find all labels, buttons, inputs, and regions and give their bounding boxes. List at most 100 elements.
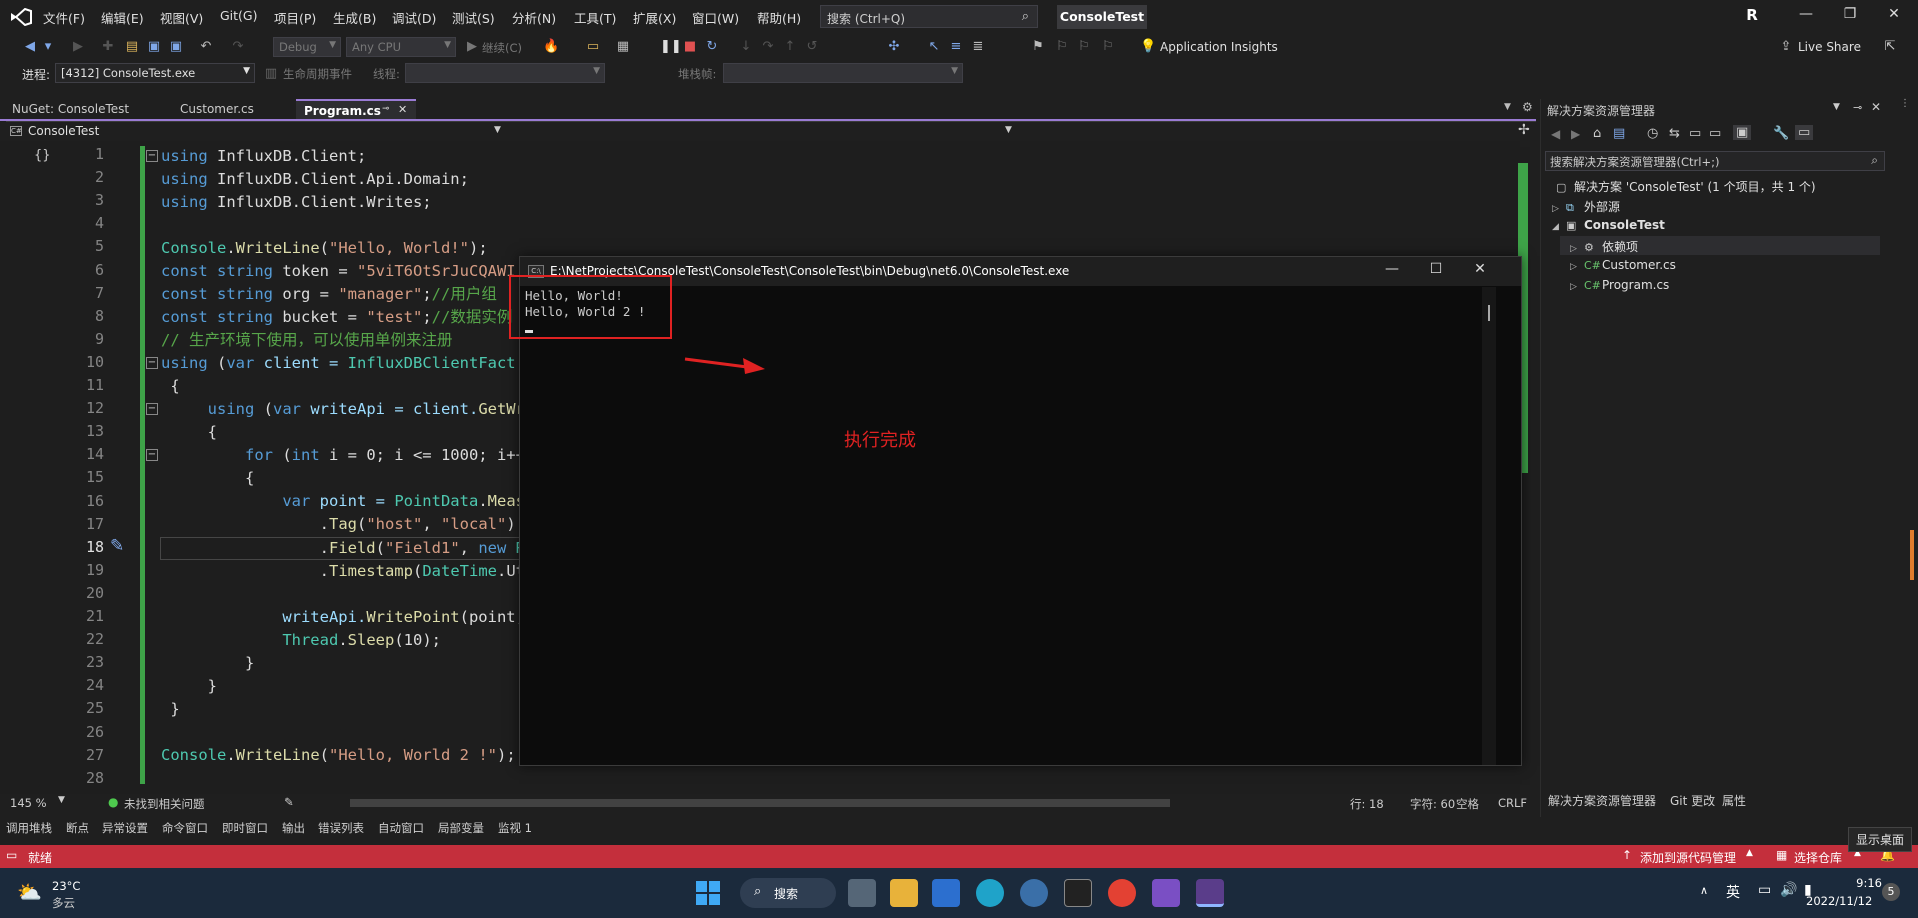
restore-icon[interactable]: ❐ (1838, 6, 1862, 26)
weather-temp[interactable]: 23°C (52, 879, 80, 893)
pointer-icon[interactable]: ↖ (926, 39, 942, 55)
file-explorer-icon[interactable] (890, 879, 918, 907)
diagnostics-icon[interactable]: ✣ (886, 39, 902, 55)
chevron-up-icon[interactable]: ∧ (1700, 884, 1708, 897)
fold-toggle-icon[interactable]: − (146, 150, 158, 162)
store-icon[interactable] (932, 879, 960, 907)
console-scroll-thumb[interactable] (1488, 305, 1490, 321)
tab-breakpoints[interactable]: 断点 (66, 820, 89, 836)
tab-exception-settings[interactable]: 异常设置 (102, 820, 148, 836)
stop-icon[interactable]: ■ (682, 39, 698, 55)
new-item-icon[interactable]: ✚ (100, 39, 116, 55)
tab-locals[interactable]: 局部变量 (438, 820, 484, 836)
tab-error-list[interactable]: 错误列表 (318, 820, 364, 836)
folder-icon[interactable]: ▭ (585, 39, 601, 55)
tree-solution[interactable]: ▢ 解决方案 'ConsoleTest' (1 个项目，共 1 个) (1556, 178, 1816, 195)
back-icon[interactable]: ◀ (22, 39, 38, 55)
solution-search-input[interactable]: 搜索解决方案资源管理器(Ctrl+;) ⌕ (1545, 151, 1885, 171)
terminal-icon[interactable] (1064, 879, 1092, 907)
expand-arrow-icon[interactable]: ▷ (1570, 282, 1584, 292)
preview-selected-icon[interactable]: ▭ (1795, 125, 1814, 140)
menu-git[interactable]: Git(G) (220, 8, 258, 23)
split-editor-icon[interactable]: ✢ (1518, 122, 1530, 138)
window-position-icon[interactable]: ▼ (1833, 102, 1840, 112)
console-close-icon[interactable]: ✕ (1466, 261, 1494, 281)
chevron-down-icon[interactable]: ▼ (494, 125, 501, 135)
feedback-icon[interactable]: ⇱ (1882, 39, 1898, 55)
tab-properties[interactable]: 属性 (1722, 792, 1746, 809)
brush-icon[interactable]: ✎ (284, 795, 294, 809)
forward-icon[interactable]: ▶ (1571, 127, 1580, 141)
lightbulb-icon[interactable]: 💡 (1140, 39, 1156, 55)
close-tab-icon[interactable]: ✕ (398, 103, 407, 116)
save-icon[interactable]: ▣ (146, 39, 162, 55)
stackframe-select[interactable]: ▼ (723, 63, 963, 83)
console-maximize-icon[interactable]: ☐ (1422, 261, 1450, 281)
menu-tools[interactable]: 工具(T) (574, 8, 616, 27)
tree-file-program[interactable]: ▷ C#Program.cs (1570, 278, 1669, 292)
tab-output[interactable]: 输出 (282, 820, 305, 836)
console-minimize-icon[interactable]: — (1378, 261, 1406, 281)
back-icon[interactable]: ◀ (1551, 127, 1560, 141)
step-back-icon[interactable]: ↺ (804, 39, 820, 55)
sync-icon[interactable]: ⇆ (1669, 126, 1680, 141)
continue-button[interactable]: 继续(C) (482, 40, 522, 56)
open-icon[interactable]: ▤ (124, 39, 140, 55)
edge-browser-icon[interactable] (976, 879, 1004, 907)
chevron-down-icon[interactable]: ▼ (1005, 125, 1012, 135)
prev-bookmark-icon[interactable]: ⚐ (1054, 39, 1070, 55)
tab-program[interactable]: Program.cs ⊸ ✕ (296, 99, 416, 119)
application-insights-button[interactable]: Application Insights (1160, 40, 1278, 54)
toolbox-side-tab-icon[interactable]: ⋮ (1900, 98, 1914, 109)
line-indicator[interactable]: 行: 18 (1350, 796, 1384, 812)
ime-indicator[interactable]: 英 (1726, 882, 1740, 902)
app-icon[interactable] (1020, 879, 1048, 907)
live-share-button[interactable]: Live Share (1798, 40, 1861, 54)
collapse-all-icon[interactable]: ▭ (1689, 126, 1701, 141)
step-over-icon[interactable]: ↷ (760, 39, 776, 55)
tab-customer[interactable]: Customer.cs (172, 99, 262, 119)
tree-project[interactable]: ◢ ▣ ConsoleTest (1552, 218, 1665, 232)
console-taskbar-icon[interactable] (1196, 879, 1224, 907)
clock-time[interactable]: 9:16 (1836, 876, 1882, 890)
fold-toggle-icon[interactable]: − (146, 403, 158, 415)
menu-edit[interactable]: 编辑(E) (101, 8, 144, 27)
close-panel-icon[interactable]: ✕ (1871, 100, 1881, 114)
pin-icon[interactable]: ⊸ (1853, 101, 1862, 114)
tree-file-customer[interactable]: ▷ C#Customer.cs (1570, 258, 1676, 272)
back-dropdown-icon[interactable]: ▾ (40, 39, 56, 55)
step-into-icon[interactable]: ↓ (738, 39, 754, 55)
expand-arrow-icon[interactable]: ▷ (1552, 204, 1566, 214)
layout-icon[interactable]: ▦ (615, 39, 631, 55)
visual-studio-logo-icon[interactable] (10, 8, 32, 26)
comment-icon[interactable]: ≡ (948, 39, 964, 55)
weather-desc[interactable]: 多云 (52, 895, 75, 911)
fold-toggle-icon[interactable]: − (146, 449, 158, 461)
tree-external-sources[interactable]: ▷ ⧉ 外部源 (1552, 198, 1620, 215)
add-to-source-control-button[interactable]: 添加到源代码管理 (1640, 849, 1736, 866)
properties-wrench-icon[interactable]: 🔧 (1773, 126, 1789, 141)
clear-bookmark-icon[interactable]: ⚐ (1100, 39, 1116, 55)
preview-icon[interactable]: ▣ (1733, 125, 1752, 140)
start-button[interactable] (694, 879, 722, 907)
menu-help[interactable]: 帮助(H) (757, 8, 801, 27)
whitespace-indicator[interactable]: 空格 (1456, 796, 1479, 812)
close-icon[interactable]: ✕ (1882, 6, 1906, 26)
uncomment-icon[interactable]: ≣ (970, 39, 986, 55)
tree-dependencies[interactable]: ▷ ⚙ 依赖项 (1570, 238, 1638, 255)
history-icon[interactable]: ◷ (1647, 126, 1658, 141)
tab-git-changes[interactable]: Git 更改 (1670, 792, 1715, 809)
show-all-files-icon[interactable]: ▭ (1709, 126, 1721, 141)
redo-icon[interactable]: ↷ (230, 39, 246, 55)
clock-date[interactable]: 2022/11/12 (1806, 894, 1872, 908)
line-ending-indicator[interactable]: CRLF (1498, 796, 1527, 810)
collapse-arrow-icon[interactable]: ◢ (1552, 222, 1566, 232)
restart-icon[interactable]: ↻ (704, 39, 720, 55)
quick-actions-brush-icon[interactable]: ✎ (110, 536, 124, 556)
menu-extensions[interactable]: 扩展(X) (633, 8, 676, 27)
menu-test[interactable]: 测试(S) (452, 8, 495, 27)
minimize-icon[interactable]: — (1794, 6, 1818, 26)
notification-count-badge[interactable]: 5 (1882, 883, 1900, 901)
tab-autos[interactable]: 自动窗口 (378, 820, 424, 836)
bookmark-icon[interactable]: ⚑ (1030, 39, 1046, 55)
